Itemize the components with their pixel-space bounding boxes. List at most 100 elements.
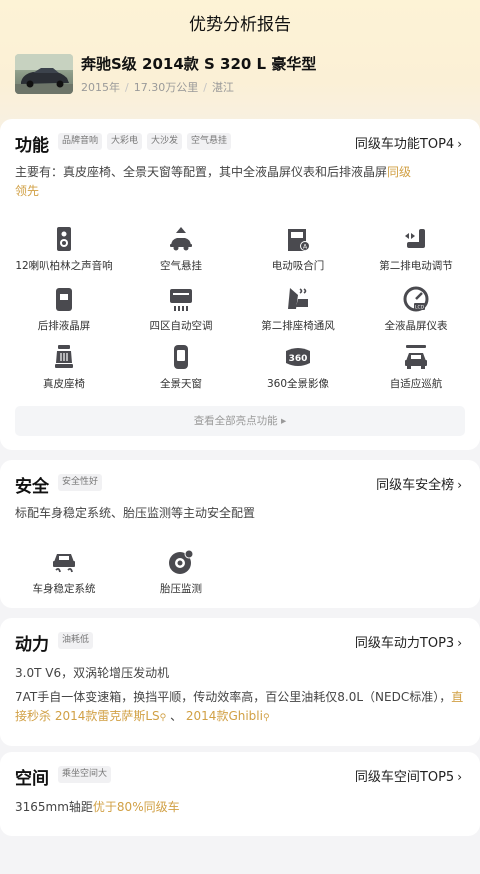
tag: 油耗低 <box>58 632 94 649</box>
desc-text: 、 <box>166 709 186 723</box>
feature-item[interactable]: 四区自动空调 <box>121 285 241 333</box>
seat-ventilation-icon <box>288 288 308 309</box>
safety-title: 安全 <box>15 477 49 497</box>
desc-text: 3165mm轴距 <box>15 800 93 814</box>
meta-separator: / <box>203 81 207 94</box>
view-all-features-button[interactable]: 查看全部亮点功能 ▸ <box>15 406 465 436</box>
chevron-right-icon: › <box>457 636 462 650</box>
desc-highlight: 领先 <box>15 184 40 198</box>
feature-label: 自适应巡航 <box>389 378 443 390</box>
stability-control-icon <box>53 554 75 573</box>
power-description: 7AT手自一体变速箱，换挡平顺，传动效率高，百公里油耗仅8.0L（NEDC标准）… <box>0 688 480 728</box>
power-top-link[interactable]: 同级车动力TOP3 › <box>355 632 462 651</box>
function-tags: 品牌音响 大彩电 大沙发 空气悬挂 <box>58 133 236 150</box>
space-link-label: 同级车空间TOP5 <box>354 770 455 785</box>
compare-text: 2014款Ghibli <box>185 709 263 723</box>
space-tags: 乘坐空间大 <box>58 766 116 783</box>
feature-label: 后排液晶屏 <box>37 320 91 332</box>
rear-screen-icon <box>56 288 72 311</box>
feature-label: 全液晶屏仪表 <box>384 320 448 332</box>
safety-card: 安全 安全性好 同级车安全榜 › 标配车身稳定系统、胎压监测等主动安全配置 车身稳… <box>0 460 480 608</box>
svg-text:360: 360 <box>289 354 308 364</box>
space-title: 空间 <box>15 769 49 789</box>
feature-item[interactable]: 真皮座椅 <box>4 343 124 391</box>
tag: 空气悬挂 <box>187 133 232 150</box>
lcd-gauge-icon: LCD <box>403 286 429 312</box>
chevron-right-icon: › <box>457 478 462 492</box>
tag: 品牌音响 <box>58 133 103 150</box>
feature-label: 12喇叭柏林之声音响 <box>15 260 113 272</box>
desc-text: 7AT手自一体变速箱，换挡平顺，传动效率高，百公里油耗仅8.0L（NEDC标准）… <box>15 690 452 704</box>
safety-link-label: 同级车安全榜 <box>376 478 455 493</box>
power-card: 动力 油耗低 同级车动力TOP3 › 3.0T V6，双涡轮增压发动机 7AT手自… <box>0 618 480 746</box>
tag: 安全性好 <box>58 474 103 491</box>
power-engine: 3.0T V6，双涡轮增压发动机 <box>15 666 170 680</box>
safety-tags: 安全性好 <box>58 474 107 491</box>
camera-360-icon: 360 <box>286 348 310 366</box>
desc-highlight: 同级 <box>387 165 412 179</box>
feature-label: 四区自动空调 <box>149 320 213 332</box>
feature-item[interactable]: 12喇叭柏林之声音响 <box>4 225 124 273</box>
chevron-right-icon: › <box>457 770 462 784</box>
desc-highlight: 优于80%同级车 <box>92 800 180 814</box>
feature-item[interactable]: 胎压监测 <box>121 548 241 596</box>
space-card: 空间 乘坐空间大 同级车空间TOP5 › 3165mm轴距优于80%同级车 <box>0 752 480 836</box>
safety-rank-link[interactable]: 同级车安全榜 › <box>376 474 462 493</box>
car-year: 2015年 <box>81 81 120 94</box>
power-seat-icon <box>405 229 425 248</box>
car-mileage: 17.30万公里 <box>133 81 199 94</box>
car-thumbnail <box>15 54 73 94</box>
climate-control-icon <box>170 289 192 311</box>
search-icon: ⚲ <box>262 713 270 723</box>
feature-item[interactable]: 空气悬挂 <box>121 225 241 273</box>
safety-description: 标配车身稳定系统、胎压监测等主动安全配置 <box>15 506 256 520</box>
feature-label: 第二排电动调节 <box>379 260 453 272</box>
power-title: 动力 <box>15 635 49 655</box>
svg-text:LCD: LCD <box>415 305 425 311</box>
compare-link-ghibli[interactable]: 2014款Ghibli⚲ <box>186 709 270 723</box>
feature-item[interactable]: A 电动吸合门 <box>238 225 358 273</box>
function-description: 主要有：真皮座椅、全景天窗等配置，其中全液晶屏仪表和后排液晶屏同级领先 <box>0 163 480 201</box>
space-description: 3165mm轴距优于80%同级车 <box>0 798 480 817</box>
speaker-icon <box>57 227 71 251</box>
feature-item[interactable]: 全景天窗 <box>121 343 241 391</box>
tire-pressure-icon <box>169 549 194 574</box>
tag: 大沙发 <box>147 133 183 150</box>
tag: 乘坐空间大 <box>58 766 112 783</box>
meta-separator: / <box>125 81 129 94</box>
car-name: 奔驰S级 2014款 S 320 L 豪华型 <box>81 55 317 73</box>
feature-item[interactable]: 后排液晶屏 <box>4 285 124 333</box>
feature-label: 空气悬挂 <box>160 260 202 272</box>
power-link-label: 同级车动力TOP3 <box>354 636 455 651</box>
car-city: 湛江 <box>211 81 234 94</box>
chevron-right-icon: › <box>457 137 462 151</box>
car-meta: 2015年 / 17.30万公里 / 湛江 <box>81 79 316 95</box>
feature-item[interactable]: 第二排电动调节 <box>356 225 476 273</box>
adaptive-cruise-icon <box>405 345 427 369</box>
feature-item[interactable]: 自适应巡航 <box>356 343 476 391</box>
function-title: 功能 <box>15 136 49 156</box>
feature-item[interactable]: 车身稳定系统 <box>4 548 124 596</box>
leather-seat-icon <box>55 345 73 368</box>
power-tags: 油耗低 <box>58 632 98 649</box>
desc-text: 主要有：真皮座椅、全景天窗等配置，其中全液晶屏仪表和后排液晶屏 <box>15 165 388 179</box>
car-summary[interactable]: 奔驰S级 2014款 S 320 L 豪华型 2015年 / 17.30万公里 / 湛江 <box>15 53 316 95</box>
feature-item[interactable]: 第二排座椅通风 <box>238 285 358 333</box>
air-suspension-icon <box>170 227 192 251</box>
feature-label: 胎压监测 <box>160 583 202 595</box>
panoramic-sunroof-icon <box>174 345 188 369</box>
space-top-link[interactable]: 同级车空间TOP5 › <box>355 766 462 785</box>
function-top-link[interactable]: 同级车功能TOP4 › <box>355 133 462 152</box>
feature-item[interactable]: 360 360全景影像 <box>238 343 358 391</box>
feature-label: 电动吸合门 <box>271 260 325 272</box>
feature-label: 真皮座椅 <box>43 378 85 390</box>
soft-close-door-icon: A <box>288 229 310 251</box>
feature-item[interactable]: LCD 全液晶屏仪表 <box>356 285 476 333</box>
function-card: 功能 品牌音响 大彩电 大沙发 空气悬挂 同级车功能TOP4 › 主要有：真皮座椅… <box>0 119 480 450</box>
page-title: 优势分析报告 <box>189 15 291 35</box>
tag: 大彩电 <box>107 133 143 150</box>
feature-label: 全景天窗 <box>160 378 202 390</box>
function-link-label: 同级车功能TOP4 <box>354 137 455 152</box>
feature-label: 第二排座椅通风 <box>261 320 335 332</box>
feature-label: 车身稳定系统 <box>32 583 96 595</box>
